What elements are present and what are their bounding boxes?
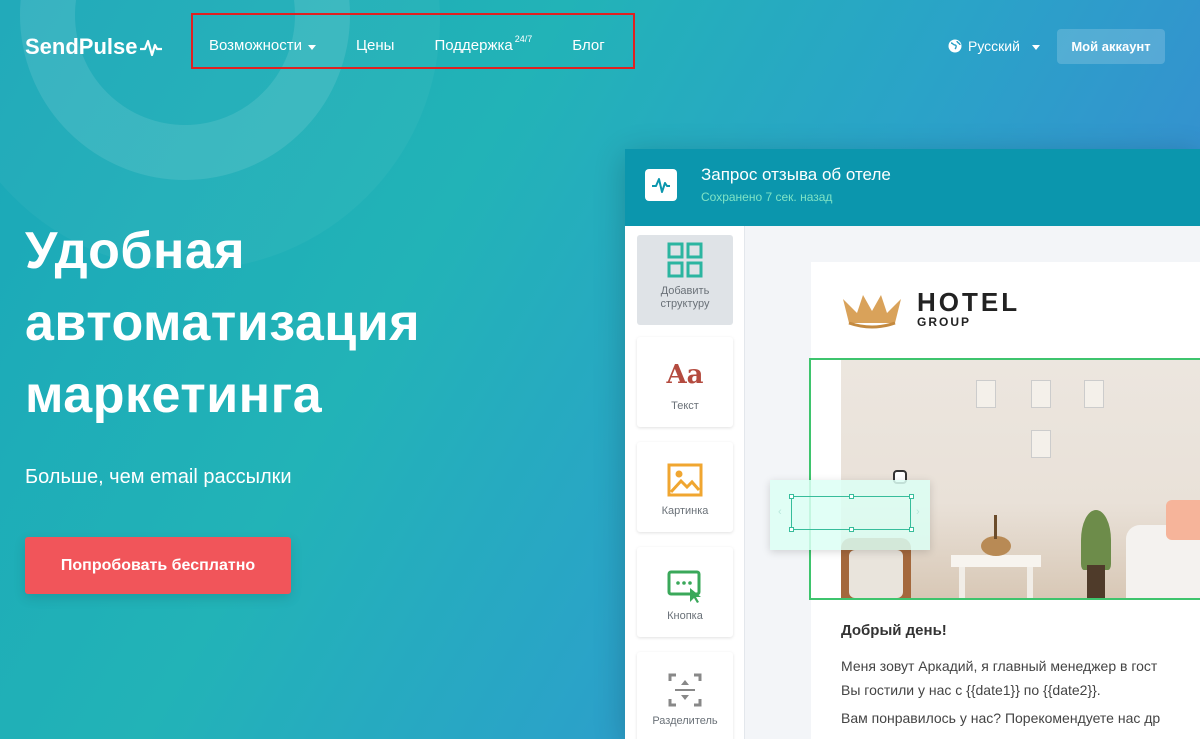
email-editor-preview: Запрос отзыва об отеле Сохранено 7 сек. … bbox=[625, 149, 1200, 739]
crown-icon bbox=[843, 295, 901, 329]
email-line: Меня зовут Аркадий, я главный менеджер в… bbox=[841, 658, 1158, 674]
globe-icon bbox=[948, 39, 962, 53]
hero-title-line: автоматизация bbox=[25, 294, 421, 352]
dragged-block-ghost[interactable]: ‹ › bbox=[770, 480, 930, 550]
email-line: Вы гостили у нас с {{date1}} по {{date2}… bbox=[841, 682, 1101, 698]
resize-handle[interactable] bbox=[789, 494, 794, 499]
nav-item-pricing[interactable]: Цены bbox=[356, 37, 395, 54]
block-button[interactable]: Кнопка bbox=[637, 547, 733, 637]
block-label: Кнопка bbox=[667, 610, 703, 622]
grid-icon bbox=[667, 242, 703, 278]
text-aa-icon: Aa bbox=[666, 360, 704, 390]
hotel-brand-sub: GROUP bbox=[917, 315, 972, 329]
hero-title-line: Удобная bbox=[25, 222, 246, 280]
chevron-right-icon: › bbox=[916, 506, 920, 518]
hotel-room-photo bbox=[841, 360, 1200, 598]
nav-label: Блог bbox=[572, 37, 605, 54]
image-icon bbox=[667, 463, 703, 497]
block-label: Картинка bbox=[661, 505, 709, 517]
resize-handle[interactable] bbox=[849, 527, 854, 532]
nav-item-features[interactable]: Возможности bbox=[209, 37, 316, 54]
support-hours-badge: 24/7 bbox=[514, 33, 533, 44]
my-account-button[interactable]: Мой аккаунт bbox=[1057, 29, 1165, 64]
hero-subtitle: Больше, чем email рассылки bbox=[25, 466, 292, 488]
block-text[interactable]: Aa Текст bbox=[637, 337, 733, 427]
try-free-button[interactable]: Попробовать бесплатно bbox=[25, 537, 291, 594]
block-label: Добавить структуру bbox=[660, 285, 710, 310]
email-greeting: Добрый день! bbox=[841, 622, 947, 639]
divider-icon bbox=[668, 673, 702, 707]
resize-handle[interactable] bbox=[789, 527, 794, 532]
block-add-structure[interactable]: Добавить структуру bbox=[637, 235, 733, 325]
email-line: Вам понравилось у нас? Порекомендуете на… bbox=[841, 710, 1161, 726]
nav-label: Поддержка bbox=[434, 37, 513, 54]
hotel-logo: HOTEL GROUP bbox=[839, 287, 1020, 331]
hero-title-line: маркетинга bbox=[25, 366, 323, 424]
editor-header: Запрос отзыва об отеле Сохранено 7 сек. … bbox=[625, 149, 1200, 226]
nav-item-support[interactable]: Поддержка 24/7 bbox=[434, 33, 533, 55]
resize-handle[interactable] bbox=[849, 494, 854, 499]
hotel-brand-name: HOTEL bbox=[917, 287, 1021, 317]
blocks-sidebar: Добавить структуру Aa Текст Картинка Кно… bbox=[625, 226, 745, 739]
block-image[interactable]: Картинка bbox=[637, 442, 733, 532]
chevron-down-icon bbox=[1031, 45, 1040, 50]
nav-label: Возможности bbox=[209, 37, 302, 54]
logo-text: SendPulse bbox=[25, 34, 138, 59]
nav-item-blog[interactable]: Блог bbox=[572, 37, 604, 54]
pulse-app-icon bbox=[645, 169, 677, 201]
language-label: Русский bbox=[968, 38, 1020, 54]
nav-label: Цены bbox=[355, 37, 395, 54]
pulse-icon bbox=[140, 39, 163, 57]
block-label: Разделитель bbox=[652, 715, 718, 727]
resize-handle[interactable] bbox=[909, 527, 914, 532]
hero-title: Удобная автоматизация маркетинга bbox=[25, 215, 420, 431]
block-divider[interactable]: Разделитель bbox=[637, 652, 733, 739]
main-nav: Возможности Цены Поддержка 24/7 Блог bbox=[209, 33, 605, 55]
resize-handle[interactable] bbox=[909, 494, 914, 499]
selected-image-block[interactable] bbox=[809, 358, 1200, 600]
block-label: Текст bbox=[671, 400, 699, 412]
language-selector[interactable]: Русский bbox=[948, 38, 1040, 54]
button-cursor-icon bbox=[667, 570, 701, 603]
email-body-text: Меня зовут Аркадий, я главный менеджер в… bbox=[841, 654, 1200, 702]
chevron-left-icon: ‹ bbox=[778, 506, 782, 518]
chevron-down-icon bbox=[307, 44, 316, 50]
drop-placeholder bbox=[791, 496, 911, 530]
save-status: Сохранено 7 сек. назад bbox=[701, 190, 833, 204]
sendpulse-logo[interactable]: SendPulse bbox=[25, 34, 163, 60]
campaign-title: Запрос отзыва об отеле bbox=[701, 165, 891, 184]
